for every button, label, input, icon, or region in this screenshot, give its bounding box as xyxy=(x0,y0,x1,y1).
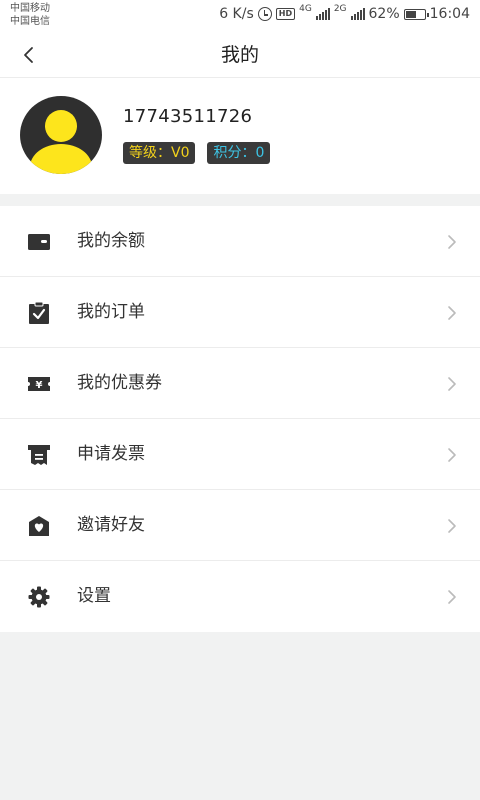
network-type-2: 2G xyxy=(333,3,347,14)
menu-item-label: 邀请好友 xyxy=(77,515,145,535)
menu-item-label: 我的余额 xyxy=(77,231,145,251)
carrier-info: 中国移动 中国电信 xyxy=(10,2,50,28)
avatar-body xyxy=(30,144,92,174)
menu-item-settings[interactable]: 设置 xyxy=(0,561,480,632)
menu-item-label: 设置 xyxy=(77,586,111,606)
level-badge: 等级：V0 xyxy=(123,142,196,164)
menu-list: 我的余额 我的订单 ¥ 我的优惠券 申请发票 邀请好友 设置 xyxy=(0,206,480,632)
status-indicators: 6 K/s HD 4G 2G 62% 16:04 xyxy=(219,3,470,22)
menu-item-label: 申请发票 xyxy=(77,444,145,464)
gear-icon xyxy=(27,585,51,609)
hd-icon: HD xyxy=(275,8,296,20)
invite-heart-icon xyxy=(27,514,51,538)
battery-icon xyxy=(403,8,429,20)
menu-item-invite[interactable]: 邀请好友 xyxy=(0,490,480,561)
network-speed: 6 K/s xyxy=(219,6,254,22)
menu-item-invoice[interactable]: 申请发票 xyxy=(0,419,480,490)
clock: 16:04 xyxy=(429,6,470,22)
carrier-1: 中国移动 xyxy=(10,3,50,14)
chevron-right-icon xyxy=(448,519,456,533)
chevron-left-icon xyxy=(24,47,33,63)
chevron-right-icon xyxy=(448,377,456,391)
menu-item-label: 我的订单 xyxy=(77,302,145,322)
menu-item-coupons[interactable]: ¥ 我的优惠券 xyxy=(0,348,480,419)
menu-item-balance[interactable]: 我的余额 xyxy=(0,206,480,277)
status-bar: 中国移动 中国电信 6 K/s HD 4G 2G 62% 16:04 xyxy=(0,0,480,32)
menu-item-label: 我的优惠券 xyxy=(77,373,162,393)
chevron-right-icon xyxy=(448,448,456,462)
wallet-icon xyxy=(27,230,51,254)
network-type-1: 4G xyxy=(299,3,312,14)
user-phone: 17743511726 xyxy=(123,106,253,127)
avatar-head xyxy=(45,110,77,142)
avatar[interactable] xyxy=(20,96,102,174)
chevron-right-icon xyxy=(448,306,456,320)
chevron-right-icon xyxy=(448,590,456,604)
profile-card: 17743511726 等级：V0 积分：0 xyxy=(0,78,480,194)
battery-percent: 62% xyxy=(368,6,400,22)
nav-bar: 我的 xyxy=(0,32,480,78)
coupon-icon: ¥ xyxy=(27,372,51,396)
points-badge: 积分：0 xyxy=(207,142,271,164)
page-title: 我的 xyxy=(220,44,259,66)
signal-icon xyxy=(350,8,365,20)
profile-badges: 等级：V0 积分：0 xyxy=(123,142,271,164)
carrier-2: 中国电信 xyxy=(10,16,50,27)
chevron-right-icon xyxy=(448,235,456,249)
menu-item-orders[interactable]: 我的订单 xyxy=(0,277,480,348)
invoice-icon xyxy=(27,443,51,467)
order-clipboard-icon xyxy=(27,301,51,325)
alarm-icon xyxy=(257,7,272,21)
back-button[interactable] xyxy=(18,45,38,65)
signal-icon xyxy=(315,8,330,20)
svg-text:¥: ¥ xyxy=(36,380,43,391)
